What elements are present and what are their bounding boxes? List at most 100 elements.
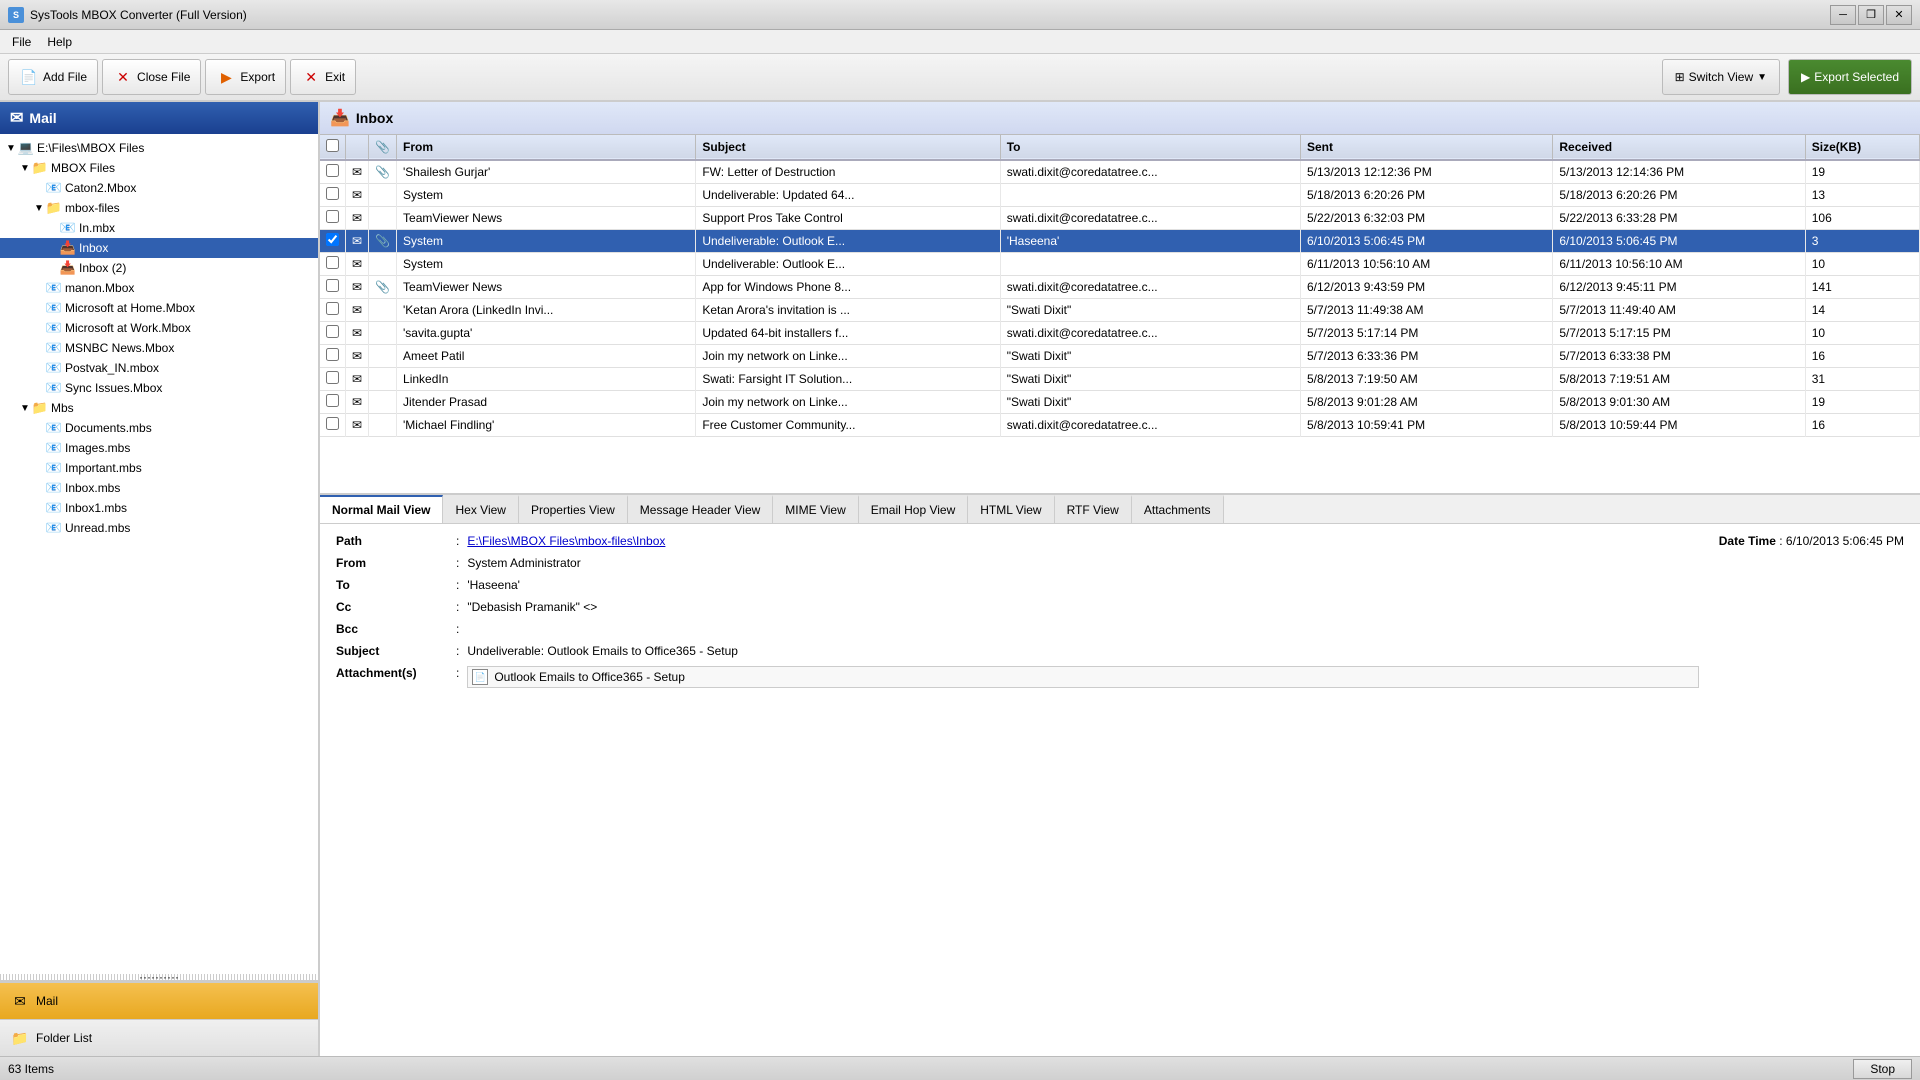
tree-item-microsoft-work[interactable]: 📧Microsoft at Work.Mbox: [0, 318, 318, 338]
tree-toggle[interactable]: ▼: [4, 143, 18, 154]
detail-panel: Normal Mail ViewHex ViewProperties ViewM…: [320, 495, 1920, 1056]
tab-hex-view[interactable]: Hex View: [443, 495, 518, 523]
tree-item-mbs[interactable]: ▼📁Mbs: [0, 398, 318, 418]
col-to[interactable]: To: [1000, 135, 1300, 160]
tree-item-images[interactable]: 📧Images.mbs: [0, 438, 318, 458]
select-all-checkbox[interactable]: [326, 139, 339, 152]
tab-email-hop-view[interactable]: Email Hop View: [859, 495, 968, 523]
table-row[interactable]: ✉SystemUndeliverable: Updated 64...5/18/…: [320, 184, 1920, 207]
tab-properties-view[interactable]: Properties View: [519, 495, 628, 523]
tree-toggle[interactable]: ▼: [18, 163, 32, 174]
tree-item-unread[interactable]: 📧Unread.mbs: [0, 518, 318, 538]
tree-item-mbox-files[interactable]: ▼📁MBOX Files: [0, 158, 318, 178]
col-size[interactable]: Size(KB): [1805, 135, 1919, 160]
tree-item-inbox-mbs[interactable]: 📧Inbox.mbs: [0, 478, 318, 498]
folder-list-section-button[interactable]: 📁 Folder List: [0, 1019, 318, 1056]
tree-item-caton2[interactable]: 📧Caton2.Mbox: [0, 178, 318, 198]
export-selected-button[interactable]: ▶ Export Selected: [1788, 59, 1912, 95]
tree-area[interactable]: ▼💻E:\Files\MBOX Files▼📁MBOX Files 📧Caton…: [0, 134, 318, 974]
row-checkbox[interactable]: [320, 253, 346, 276]
tree-item-msnbc[interactable]: 📧MSNBC News.Mbox: [0, 338, 318, 358]
tab-rtf-view[interactable]: RTF View: [1055, 495, 1132, 523]
row-sent: 6/10/2013 5:06:45 PM: [1301, 230, 1553, 253]
minimize-button[interactable]: ─: [1830, 5, 1856, 25]
row-checkbox[interactable]: [320, 414, 346, 437]
table-row[interactable]: ✉📎SystemUndeliverable: Outlook E...'Hase…: [320, 230, 1920, 253]
col-subject[interactable]: Subject: [696, 135, 1000, 160]
row-checkbox[interactable]: [320, 322, 346, 345]
tree-item-inbox1[interactable]: 📧Inbox1.mbs: [0, 498, 318, 518]
tree-item-inbox[interactable]: 📥Inbox: [0, 238, 318, 258]
main-layout: ✉ Mail ▼💻E:\Files\MBOX Files▼📁MBOX Files…: [0, 102, 1920, 1056]
add-file-button[interactable]: 📄 Add File: [8, 59, 98, 95]
restore-button[interactable]: ❒: [1858, 5, 1884, 25]
export-button[interactable]: ▶ Export: [205, 59, 286, 95]
table-row[interactable]: ✉TeamViewer News Support Pros Take Contr…: [320, 207, 1920, 230]
col-received[interactable]: Received: [1553, 135, 1805, 160]
table-row[interactable]: ✉Jitender Prasad Join my network on Link…: [320, 391, 1920, 414]
tab-normal-mail-view[interactable]: Normal Mail View: [320, 495, 443, 523]
tree-item-important[interactable]: 📧Important.mbs: [0, 458, 318, 478]
table-row[interactable]: ✉📎'Shailesh Gurjar' FW: Letter of Destru…: [320, 160, 1920, 184]
row-to: "Swati Dixit": [1000, 299, 1300, 322]
menu-file[interactable]: File: [4, 33, 39, 51]
menu-help[interactable]: Help: [39, 33, 80, 51]
attachment-item[interactable]: 📄 Outlook Emails to Office365 - Setup: [467, 666, 1698, 688]
tree-item-inbox2[interactable]: 📥Inbox (2): [0, 258, 318, 278]
stop-button[interactable]: Stop: [1853, 1059, 1912, 1079]
row-size: 13: [1805, 184, 1919, 207]
row-checkbox[interactable]: [320, 276, 346, 299]
tree-item-mbox-files-sub[interactable]: ▼📁mbox-files: [0, 198, 318, 218]
tree-item-documents[interactable]: 📧Documents.mbs: [0, 418, 318, 438]
row-checkbox[interactable]: [320, 207, 346, 230]
tree-item-sync[interactable]: 📧Sync Issues.Mbox: [0, 378, 318, 398]
tree-item-root[interactable]: ▼💻E:\Files\MBOX Files: [0, 138, 318, 158]
tree-label: Documents.mbs: [65, 421, 152, 435]
tree-toggle[interactable]: ▼: [32, 203, 46, 214]
row-checkbox[interactable]: [320, 391, 346, 414]
row-checkbox[interactable]: [320, 299, 346, 322]
table-row[interactable]: ✉'savita.gupta' Updated 64-bit installer…: [320, 322, 1920, 345]
row-checkbox[interactable]: [320, 230, 346, 253]
col-sent[interactable]: Sent: [1301, 135, 1553, 160]
exit-button[interactable]: ✕ Exit: [290, 59, 356, 95]
items-count: 63 Items: [8, 1062, 54, 1076]
row-checkbox[interactable]: [320, 345, 346, 368]
table-row[interactable]: ✉📎TeamViewer News App for Windows Phone …: [320, 276, 1920, 299]
table-row[interactable]: ✉'Michael Findling' Free Customer Commun…: [320, 414, 1920, 437]
mail-section-button[interactable]: ✉ Mail: [0, 982, 318, 1019]
folder-icon: 📧: [46, 440, 62, 456]
tab-message-header-view[interactable]: Message Header View: [628, 495, 774, 523]
col-from[interactable]: From: [397, 135, 696, 160]
folder-icon: 📧: [46, 500, 62, 516]
tree-item-in-mbx[interactable]: 📧In.mbx: [0, 218, 318, 238]
col-checkbox[interactable]: [320, 135, 346, 160]
row-checkbox[interactable]: [320, 160, 346, 184]
folder-section-icon: 📁: [10, 1028, 30, 1048]
row-email-icon: ✉: [346, 253, 369, 276]
tree-toggle[interactable]: ▼: [18, 403, 32, 414]
row-checkbox[interactable]: [320, 368, 346, 391]
table-container[interactable]: 📎 From Subject To Sent Received Size(KB)…: [320, 135, 1920, 495]
switch-view-button[interactable]: ⊞ Switch View ▼: [1662, 59, 1780, 95]
tab-mime-view[interactable]: MIME View: [773, 495, 858, 523]
close-button[interactable]: ✕: [1886, 5, 1912, 25]
table-row[interactable]: ✉LinkedIn Swati: Farsight IT Solution...…: [320, 368, 1920, 391]
tab-attachments[interactable]: Attachments: [1132, 495, 1224, 523]
row-checkbox[interactable]: [320, 184, 346, 207]
tree-item-manon[interactable]: 📧manon.Mbox: [0, 278, 318, 298]
tree-item-microsoft-home[interactable]: 📧Microsoft at Home.Mbox: [0, 298, 318, 318]
attachment-name: Outlook Emails to Office365 - Setup: [494, 670, 685, 684]
table-row[interactable]: ✉SystemUndeliverable: Outlook E...6/11/2…: [320, 253, 1920, 276]
window-title: S SysTools MBOX Converter (Full Version): [8, 7, 247, 23]
tree-item-postvak[interactable]: 📧Postvak_IN.mbox: [0, 358, 318, 378]
row-email-icon: ✉: [346, 276, 369, 299]
tab-html-view[interactable]: HTML View: [968, 495, 1054, 523]
table-row[interactable]: ✉'Ketan Arora (LinkedIn Invi...Ketan Aro…: [320, 299, 1920, 322]
row-received: 5/7/2013 11:49:40 AM: [1553, 299, 1805, 322]
switch-view-chevron: ▼: [1757, 72, 1767, 83]
close-file-button[interactable]: ✕ Close File: [102, 59, 201, 95]
bcc-label: Bcc: [336, 622, 456, 636]
path-value[interactable]: E:\Files\MBOX Files\mbox-files\Inbox: [467, 534, 1698, 548]
table-row[interactable]: ✉Ameet Patil Join my network on Linke...…: [320, 345, 1920, 368]
